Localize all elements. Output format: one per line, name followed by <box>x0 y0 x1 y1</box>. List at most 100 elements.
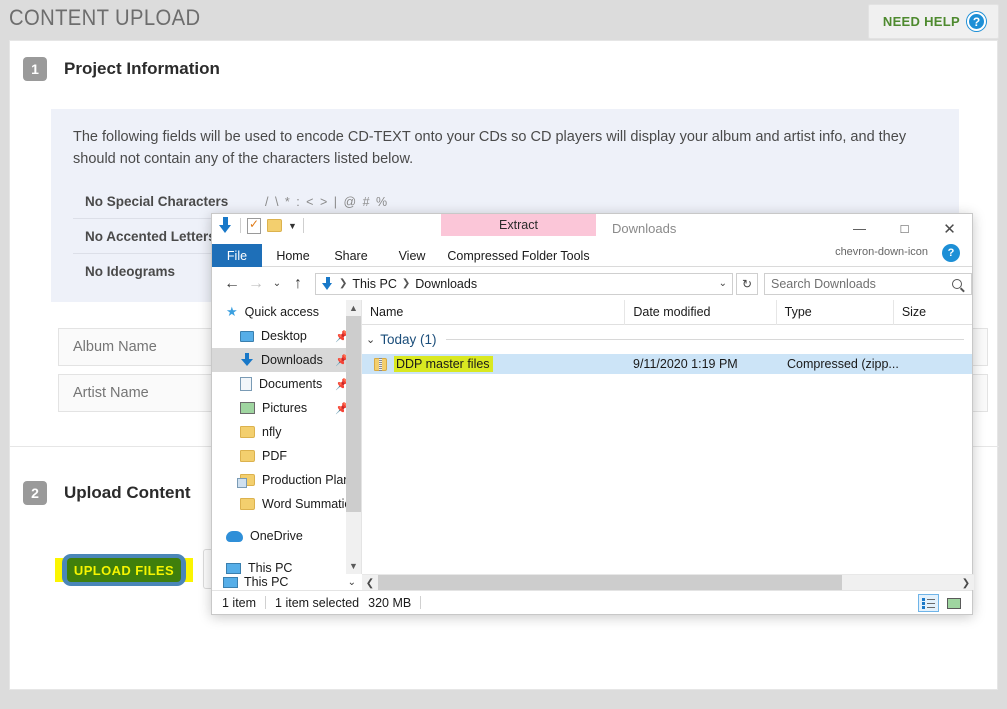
breadcrumb-separator: ❯ <box>339 278 347 289</box>
chevron-down-icon[interactable]: chevron-down-icon <box>835 246 928 258</box>
star-icon: ★ <box>226 304 238 320</box>
desktop-icon <box>240 331 254 342</box>
column-header-type[interactable]: Type <box>777 300 894 325</box>
folder-shortcut-icon <box>240 474 255 486</box>
status-item-count: 1 item <box>222 596 256 610</box>
nav-item-downloads[interactable]: Downloads 📌 <box>212 348 361 372</box>
details-view-icon[interactable] <box>918 594 939 612</box>
address-bar[interactable]: ← → ⌄ ↑ ❯ This PC ❯ Downloads ⌄ ↻ Search… <box>212 268 972 299</box>
maximize-button[interactable]: □ <box>882 214 927 243</box>
contextual-tab-extract[interactable]: Extract <box>441 214 596 236</box>
horizontal-scrollbar[interactable]: ❮ ❯ <box>362 574 974 590</box>
nav-item-documents[interactable]: Documents 📌 <box>212 372 361 396</box>
file-name-cell: DDP master files <box>394 356 493 372</box>
back-button[interactable]: ← <box>220 272 244 296</box>
download-arrow-icon[interactable] <box>217 217 234 234</box>
scroll-left-icon[interactable]: ❮ <box>362 575 378 591</box>
nav-item-word-summation[interactable]: Word Summatio <box>212 492 361 516</box>
downloads-icon <box>240 353 254 367</box>
scroll-right-icon[interactable]: ❯ <box>958 575 974 591</box>
nav-item-label: Desktop <box>261 329 307 343</box>
column-header-date-modified[interactable]: Date modified <box>625 300 776 325</box>
refresh-button[interactable]: ↻ <box>736 273 758 295</box>
cloud-icon <box>226 531 243 542</box>
file-list[interactable]: Name Date modified Type Size ⌄ Today (1)… <box>362 300 972 574</box>
large-icons-view-icon[interactable] <box>943 594 964 612</box>
view-toggle-group[interactable] <box>918 594 964 612</box>
upload-files-button[interactable]: UPLOAD FILES <box>55 554 193 586</box>
minimize-button[interactable]: — <box>837 214 882 243</box>
up-button[interactable]: ↑ <box>286 272 310 296</box>
navigation-pane-scrollbar[interactable]: ▲ ▼ <box>346 300 361 574</box>
scroll-up-icon[interactable]: ▲ <box>346 300 361 316</box>
search-placeholder: Search Downloads <box>771 277 952 291</box>
pc-selector-label: This PC <box>244 575 288 589</box>
column-headers[interactable]: Name Date modified Type Size <box>362 300 972 325</box>
status-separator <box>420 596 421 609</box>
page-header: CONTENT UPLOAD NEED HELP ? <box>0 0 1007 40</box>
column-header-size[interactable]: Size <box>894 300 972 325</box>
file-date-cell: 9/11/2020 1:19 PM <box>633 357 738 371</box>
quick-access-toolbar[interactable]: ▼ <box>217 217 304 234</box>
nav-item-label: This PC <box>248 561 292 574</box>
nav-item-label: Production Plan <box>262 473 350 487</box>
group-header-label: Today (1) <box>380 332 436 347</box>
breadcrumb-separator: ❯ <box>402 278 410 289</box>
search-input[interactable]: Search Downloads <box>764 273 972 295</box>
tab-home[interactable]: Home <box>267 244 319 267</box>
scroll-down-icon[interactable]: ▼ <box>346 558 361 574</box>
status-selection-size: 320 MB <box>368 596 411 610</box>
tab-file[interactable]: File <box>212 244 262 267</box>
breadcrumb-item-this-pc[interactable]: This PC <box>352 277 396 291</box>
column-header-name[interactable]: Name <box>362 300 625 325</box>
file-type-cell: Compressed (zipp... <box>787 357 899 371</box>
chevron-down-icon[interactable]: ⌄ <box>348 577 356 588</box>
tab-share[interactable]: Share <box>325 244 377 267</box>
breadcrumb-dropdown-icon[interactable]: ⌄ <box>719 278 727 289</box>
group-header-today[interactable]: ⌄ Today (1) <box>362 326 972 352</box>
properties-icon[interactable] <box>247 218 261 234</box>
navigation-pane[interactable]: ★ Quick access Desktop 📌 Downloads 📌 Doc… <box>212 300 362 574</box>
chevron-down-icon[interactable]: ⌄ <box>366 333 375 346</box>
nav-item-quick-access[interactable]: ★ Quick access <box>212 300 361 324</box>
explorer-body: ★ Quick access Desktop 📌 Downloads 📌 Doc… <box>212 300 972 574</box>
section-upload-content-header: 2 Upload Content <box>23 481 191 505</box>
table-row[interactable]: DDP master files 9/11/2020 1:19 PM Compr… <box>362 354 972 374</box>
scrollbar-thumb[interactable] <box>378 575 842 591</box>
status-bar: 1 item 1 item selected 320 MB <box>212 590 972 614</box>
toolbar-separator <box>240 218 241 233</box>
status-selection: 1 item selected <box>275 596 359 610</box>
nav-item-label: Quick access <box>245 305 319 319</box>
scrollbar-thumb[interactable] <box>346 316 361 512</box>
breadcrumb[interactable]: ❯ This PC ❯ Downloads ⌄ <box>315 273 733 295</box>
forward-button[interactable]: → <box>244 272 268 296</box>
search-icon <box>952 279 962 289</box>
close-button[interactable]: ✕ <box>927 214 972 243</box>
nav-item-onedrive[interactable]: OneDrive <box>212 524 361 548</box>
breadcrumb-item-downloads[interactable]: Downloads <box>415 277 477 291</box>
folder-icon <box>240 426 255 438</box>
window-controls[interactable]: — □ ✕ <box>837 214 972 243</box>
nav-item-pdf[interactable]: PDF <box>212 444 361 468</box>
need-help-button[interactable]: NEED HELP ? <box>868 4 999 39</box>
tab-view[interactable]: View <box>386 244 438 267</box>
upload-button-fill: UPLOAD FILES <box>67 558 181 582</box>
help-icon[interactable]: ? <box>942 244 960 262</box>
nav-item-label: Documents <box>259 377 322 391</box>
group-divider <box>446 339 965 340</box>
recent-locations-button[interactable]: ⌄ <box>268 272 286 296</box>
new-folder-icon[interactable] <box>267 219 282 232</box>
customize-caret-icon[interactable]: ▼ <box>288 221 297 231</box>
pc-selector[interactable]: This PC ⌄ <box>212 574 362 590</box>
status-separator <box>265 596 266 609</box>
nav-item-label: Pictures <box>262 401 307 415</box>
nav-item-nfly[interactable]: nfly <box>212 420 361 444</box>
section-title-project-information: Project Information <box>64 59 220 79</box>
nav-item-production-plan[interactable]: Production Plan <box>212 468 361 492</box>
file-explorer-window[interactable]: ▼ Downloads — □ ✕ Extract File Home Shar… <box>211 213 973 615</box>
nav-item-desktop[interactable]: Desktop 📌 <box>212 324 361 348</box>
nav-item-pictures[interactable]: Pictures 📌 <box>212 396 361 420</box>
nav-item-this-pc[interactable]: This PC <box>212 556 361 574</box>
tab-compressed-folder-tools[interactable]: Compressed Folder Tools <box>441 244 596 267</box>
nav-item-label: Downloads <box>261 353 323 367</box>
